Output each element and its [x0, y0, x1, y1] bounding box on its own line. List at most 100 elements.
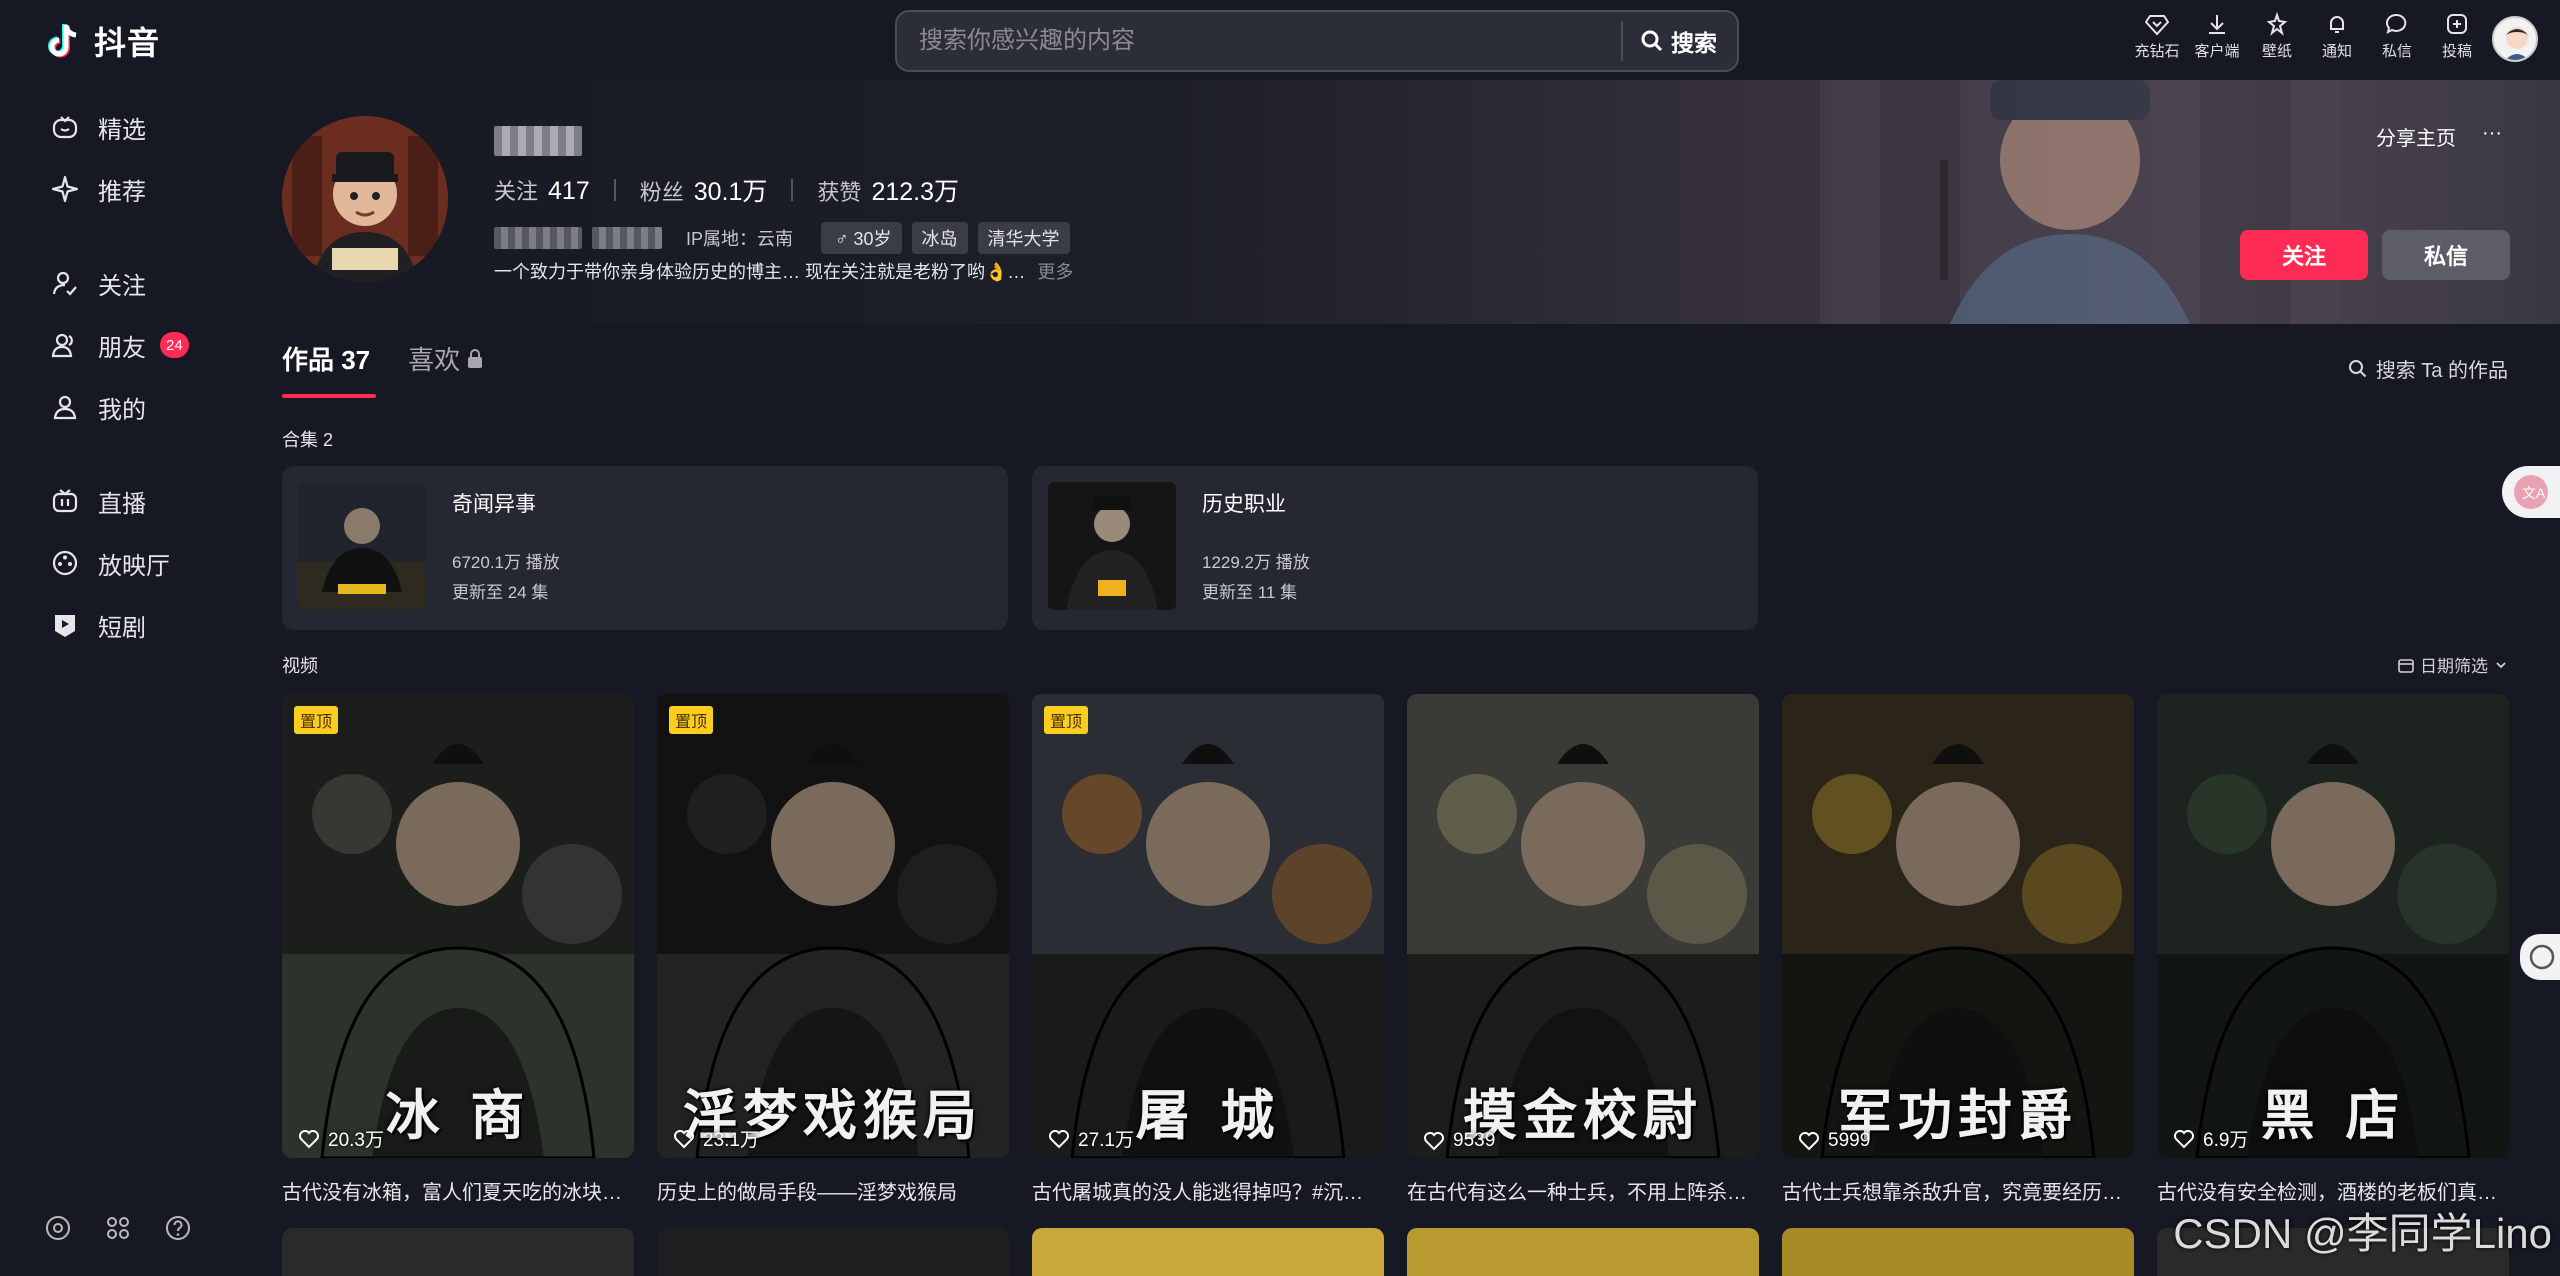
stat-following[interactable]: 关注 417: [494, 174, 590, 206]
calendar-icon: [2398, 658, 2414, 673]
sidebar-item-following[interactable]: 关注: [50, 252, 250, 314]
sidebar-item-label: 关注: [98, 272, 146, 300]
svg-text:文A: 文A: [2522, 485, 2546, 501]
sidebar-item-short-drama[interactable]: 短剧: [50, 594, 250, 656]
video-likes: 27.1万: [1048, 1125, 1134, 1152]
follow-button[interactable]: 关注: [2240, 230, 2368, 280]
account-id-blurred: [592, 227, 662, 249]
tiktok-note-icon: [48, 24, 77, 58]
bio-more-link[interactable]: 更多: [1037, 258, 1073, 284]
search-input[interactable]: [897, 27, 1621, 55]
video-caption[interactable]: 古代没有冰箱，富人们夏天吃的冰块…: [282, 1176, 634, 1205]
video-card-peek[interactable]: [1032, 1228, 1384, 1276]
message-button[interactable]: 私信: [2382, 230, 2510, 280]
heart-icon: [1049, 1129, 1069, 1148]
banner-illustration: [1820, 80, 2340, 324]
download-icon: [2209, 15, 2225, 34]
video-card-peek[interactable]: [657, 1228, 1009, 1276]
video-card-peek[interactable]: [1782, 1228, 2134, 1276]
search-icon: [2348, 359, 2366, 377]
sidebar-item-featured[interactable]: 精选: [50, 96, 250, 158]
help-icon[interactable]: [164, 1214, 192, 1242]
collection-updates: 更新至 11 集: [1202, 583, 1298, 602]
top-action-notifications[interactable]: 通知: [2314, 12, 2360, 61]
search-works-button[interactable]: 搜索 Ta 的作品: [2348, 354, 2508, 383]
collection-plays: 1229.2万 播放: [1202, 553, 1310, 572]
video-caption[interactable]: 历史上的做局手段——淫梦戏猴局: [657, 1176, 1009, 1205]
collections-title: 合集 2: [282, 430, 334, 450]
collection-card[interactable]: 奇闻异事 6720.1万 播放 更新至 24 集: [282, 466, 1008, 630]
sidebar-item-friends[interactable]: 朋友 24: [50, 314, 250, 376]
sidebar-item-recommend[interactable]: 推荐: [50, 158, 250, 220]
sidebar-item-label: 朋友: [98, 334, 146, 362]
user-follow-icon: [50, 268, 80, 298]
sparkle-icon: [50, 174, 80, 204]
sidebar-item-label: 放映厅: [98, 552, 170, 580]
collection-title: 历史职业: [1202, 493, 1286, 516]
heart-icon: [1799, 1132, 1819, 1151]
collection-plays: 6720.1万 播放: [452, 553, 560, 572]
profile-bio: 一个致力于带你亲身体验历史的博主… 现在关注就是老粉了哟👌… 更多: [494, 258, 1073, 284]
pinned-badge: 置顶: [1044, 706, 1089, 734]
sidebar-item-me[interactable]: 我的: [50, 376, 250, 438]
share-profile-button[interactable]: 分享主页: [2376, 122, 2456, 151]
douyin-logo[interactable]: 抖音: [44, 18, 160, 64]
circle-icon: [2529, 944, 2555, 970]
top-actions: 充钻石 客户端 壁纸 通知 私信 投稿: [2134, 12, 2480, 61]
sidebar-item-label: 推荐: [98, 178, 146, 206]
collection-card[interactable]: 历史职业 1229.2万 播放 更新至 11 集: [1032, 466, 1758, 630]
video-caption[interactable]: 古代屠城真的没人能逃得掉吗？#沉…: [1032, 1176, 1384, 1205]
tab-likes[interactable]: 喜欢: [408, 340, 484, 377]
video-card[interactable]: 置顶屠 城 27.1万: [1032, 694, 1384, 1158]
top-action-upload[interactable]: 投稿: [2434, 12, 2480, 61]
video-likes: 20.3万: [298, 1125, 384, 1152]
profile-stats: 关注 417 粉丝 30.1万 获赞 212.3万: [494, 172, 959, 208]
sidebar: 抖音 精选 推荐 关注 朋友 24 我的 直播 放映厅 短剧: [0, 0, 260, 1276]
gender-age-tag: ♂ 30岁: [821, 222, 902, 254]
heart-icon: [1424, 1132, 1444, 1151]
video-card[interactable]: 军功封爵 5999: [1782, 694, 2134, 1158]
sidebar-item-cinema[interactable]: 放映厅: [50, 532, 250, 594]
profile-tabs: 作品 37 喜欢: [282, 340, 484, 377]
tab-works[interactable]: 作品 37: [282, 340, 370, 377]
video-likes: 9539: [1423, 1130, 1495, 1152]
top-action-messages[interactable]: 私信: [2374, 12, 2420, 61]
settings-circle-icon[interactable]: [44, 1214, 72, 1242]
sidebar-item-label: 我的: [98, 396, 146, 424]
search-button[interactable]: 搜索: [1621, 21, 1737, 61]
video-card[interactable]: 置顶冰 商 20.3万: [282, 694, 634, 1158]
video-card[interactable]: 黑 店 6.9万: [2157, 694, 2509, 1158]
watermark: CSDN @李同学Lino: [2173, 1210, 2552, 1257]
bell-icon: [2330, 16, 2344, 33]
ip-location: IP属地：云南: [686, 229, 794, 249]
top-action-wallpaper[interactable]: 壁纸: [2254, 12, 2300, 61]
wallpaper-icon: [2266, 12, 2288, 36]
collection-thumbnail: [1048, 482, 1176, 610]
user-avatar[interactable]: [2492, 16, 2538, 62]
video-caption[interactable]: 在古代有这么一种士兵，不用上阵杀…: [1407, 1176, 1759, 1205]
videos-title: 视频: [282, 656, 318, 676]
profile-avatar[interactable]: [282, 116, 448, 282]
school-tag: 清华大学: [977, 222, 1070, 254]
video-card-peek[interactable]: [1407, 1228, 1759, 1276]
heart-icon: [674, 1129, 694, 1148]
lock-icon: [468, 348, 483, 368]
date-filter-dropdown[interactable]: 日期筛选: [2398, 652, 2508, 677]
collection-thumbnail: [298, 482, 426, 610]
logo-text: 抖音: [94, 25, 161, 61]
friends-icon: [50, 330, 80, 360]
top-action-diamond[interactable]: 充钻石: [2134, 12, 2180, 61]
apps-grid-icon[interactable]: [104, 1214, 132, 1242]
pinned-badge: 置顶: [669, 706, 714, 734]
side-float-button[interactable]: [2520, 934, 2560, 980]
diamond-icon: [2145, 15, 2169, 36]
translate-float-button[interactable]: 文A: [2502, 466, 2560, 518]
video-card-peek[interactable]: [282, 1228, 634, 1276]
sidebar-item-live[interactable]: 直播: [50, 470, 250, 532]
video-card[interactable]: 置顶 淫梦戏猴局 23.1万: [657, 694, 1009, 1158]
more-options-button[interactable]: ···: [2482, 122, 2502, 151]
video-card[interactable]: 摸金校尉 9539: [1407, 694, 1759, 1158]
video-caption[interactable]: 古代士兵想靠杀敌升官，究竟要经历…: [1782, 1176, 2134, 1205]
stat-followers[interactable]: 粉丝 30.1万: [640, 172, 768, 208]
top-action-client[interactable]: 客户端: [2194, 12, 2240, 61]
